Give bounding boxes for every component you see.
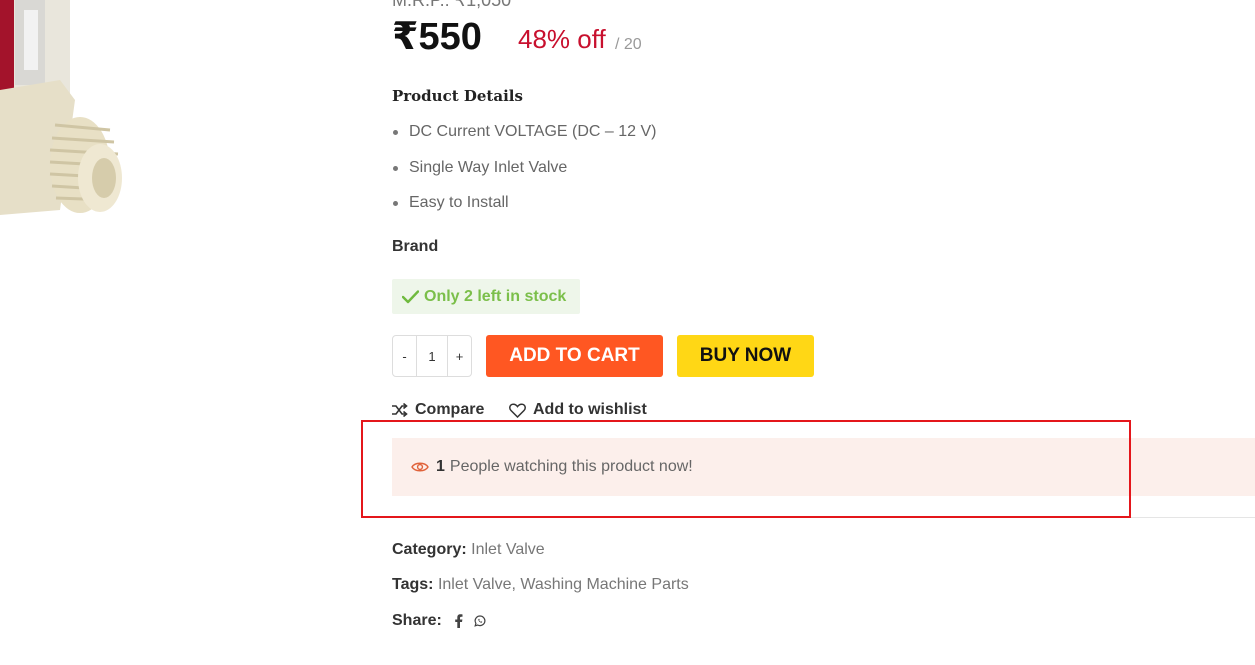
mrp-price: M.R.P.: ₹1,050 (392, 0, 512, 10)
buy-now-button[interactable]: BUY NOW (677, 335, 814, 377)
product-image (0, 0, 140, 230)
tag-separator: , (511, 576, 516, 593)
quantity-plus-button[interactable]: + (448, 336, 471, 376)
share-line: Share: (392, 612, 487, 630)
brand-label: Brand (392, 238, 439, 255)
quantity-minus-button[interactable]: - (393, 336, 416, 376)
tag-link[interactable]: Washing Machine Parts (520, 576, 688, 593)
add-to-wishlist-link[interactable]: Add to wishlist (509, 401, 647, 419)
divider (1131, 517, 1255, 518)
product-details-list: DC Current VOLTAGE (DC – 12 V) Single Wa… (392, 120, 656, 227)
stock-text: Only 2 left in stock (424, 287, 567, 305)
tag-link[interactable]: Inlet Valve (438, 576, 512, 593)
whatsapp-icon[interactable] (473, 614, 487, 628)
heart-icon (509, 402, 526, 418)
tags-line: Tags: Inlet Valve, Washing Machine Parts (392, 576, 689, 594)
share-label: Share: (392, 612, 442, 629)
highlight-annotation-box (361, 420, 1131, 518)
details-item: Easy to Install (392, 191, 656, 227)
checkmark-icon (402, 289, 419, 303)
tags-label: Tags: (392, 576, 434, 593)
stock-badge: Only 2 left in stock (392, 279, 580, 314)
compare-label: Compare (415, 401, 485, 418)
category-link[interactable]: Inlet Valve (471, 541, 545, 558)
discount-label: 48% off (518, 24, 606, 54)
quantity-input[interactable]: 1 (416, 336, 448, 376)
category-line: Category: Inlet Valve (392, 541, 545, 559)
details-item: DC Current VOLTAGE (DC – 12 V) (392, 120, 656, 156)
facebook-icon[interactable] (454, 613, 463, 628)
current-price: ₹550 (392, 16, 482, 58)
details-item: Single Way Inlet Valve (392, 156, 656, 192)
rating-suffix: / 20 (615, 36, 642, 53)
wishlist-label: Add to wishlist (533, 401, 647, 418)
product-page: M.R.P.: ₹1,050 ₹550 48% off / 20 Product… (0, 0, 1255, 665)
product-details-title: Product Details (392, 87, 523, 105)
shuffle-icon (392, 403, 408, 417)
category-label: Category: (392, 541, 467, 558)
quantity-stepper: - 1 + (392, 335, 472, 377)
compare-link[interactable]: Compare (391, 401, 484, 419)
add-to-cart-button[interactable]: ADD TO CART (486, 335, 663, 377)
